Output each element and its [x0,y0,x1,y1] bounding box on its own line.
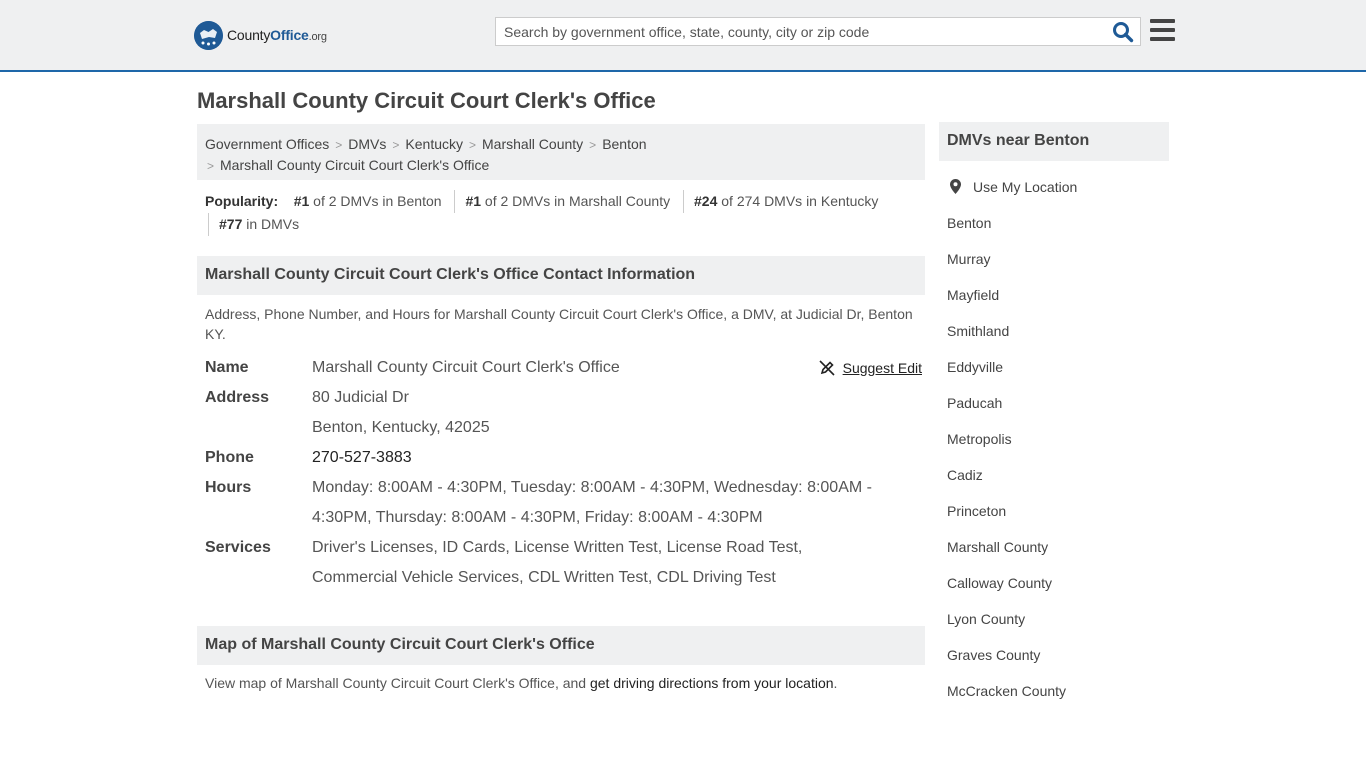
contact-details: Name Marshall County Circuit Court Clerk… [205,353,922,593]
map-description: View map of Marshall County Circuit Cour… [205,675,838,691]
breadcrumb-current: Marshall County Circuit Court Clerk's Of… [220,157,490,173]
nearby-link-graves-county[interactable]: Graves County [947,647,1040,663]
use-location-item: Use My Location [947,177,1169,213]
popularity-item: #24 of 274 DMVs in Kentucky [683,190,887,213]
breadcrumb: Government Offices > DMVs > Kentucky > Marshal… [197,124,925,180]
suggest-edit-link[interactable]: Suggest Edit [819,353,922,383]
nearby-link-paducah[interactable]: Paducah [947,395,1002,411]
contact-description: Address, Phone Number, and Hours for Mar… [205,306,913,342]
chevron-right-icon: > [392,138,400,152]
hours-label: Hours [205,479,252,496]
nearby-link-eddyville[interactable]: Eddyville [947,359,1003,375]
hamburger-menu-icon[interactable] [1150,19,1175,41]
popularity-item: #1 of 2 DMVs in Marshall County [454,190,679,213]
address-line1: 80 Judicial Dr [312,389,409,406]
map-heading: Map of Marshall County Circuit Court Cle… [197,626,925,665]
suggest-edit-label: Suggest Edit [842,360,922,376]
popularity-item: #77 in DMVs [208,213,308,236]
services-label: Services [205,539,271,556]
breadcrumb-government-offices[interactable]: Government Offices [205,136,329,152]
nearby-link-lyon-county[interactable]: Lyon County [947,611,1025,627]
nearby-link-benton[interactable]: Benton [947,215,991,231]
page-title: Marshall County Circuit Court Clerk's Of… [197,88,656,113]
services-row: Services Driver's Licenses, ID Cards, Li… [205,533,922,593]
search-box [495,17,1141,46]
chevron-right-icon: > [207,159,215,173]
address-line2: Benton, Kentucky, 42025 [312,419,490,436]
phone-label: Phone [205,449,254,466]
nearby-link-mayfield[interactable]: Mayfield [947,287,999,303]
address-label: Address [205,389,270,406]
name-label: Name [205,359,249,376]
nearby-link-metropolis[interactable]: Metropolis [947,431,1012,447]
use-my-location-link[interactable]: Use My Location [973,177,1077,197]
breadcrumb-marshall-county[interactable]: Marshall County [482,136,583,152]
popularity-label: Popularity: [205,193,279,209]
nearby-link-marshall-county[interactable]: Marshall County [947,539,1048,555]
nearby-link-mccracken-county[interactable]: McCracken County [947,683,1066,699]
office-name: Marshall County Circuit Court Clerk's Of… [312,359,620,376]
pencil-edit-icon [819,360,835,376]
nearby-link-cadiz[interactable]: Cadiz [947,467,983,483]
nearby-link-murray[interactable]: Murray [947,251,991,267]
nearby-link-calloway-county[interactable]: Calloway County [947,575,1052,591]
address-row: Address 80 Judicial Dr Benton, Kentucky,… [205,383,922,443]
phone-link[interactable]: 270-527-3883 [312,449,412,466]
breadcrumb-kentucky[interactable]: Kentucky [405,136,463,152]
services-value: Driver's Licenses, ID Cards, License Wri… [312,539,803,586]
sidebar-title: DMVs near Benton [939,122,1169,161]
driving-directions-link[interactable]: get driving directions from your locatio… [590,675,834,691]
site-header: CountyOffice.org [0,0,1366,72]
name-row: Name Marshall County Circuit Court Clerk… [205,353,922,383]
hours-row: Hours Monday: 8:00AM - 4:30PM, Tuesday: … [205,473,922,533]
location-pin-icon [950,179,961,194]
nearby-link-smithland[interactable]: Smithland [947,323,1009,339]
site-logo[interactable]: CountyOffice.org [194,20,327,50]
chevron-right-icon: > [335,138,343,152]
search-icon[interactable] [1112,21,1134,43]
popularity-rankings: Popularity: #1 of 2 DMVs in Benton #1 of… [205,190,925,236]
logo-wordmark: CountyOffice.org [227,27,327,43]
nearby-dmvs-list: Use My Location Benton Murray Mayfield S… [947,177,1169,717]
breadcrumb-dmvs[interactable]: DMVs [348,136,386,152]
flag-stars-logo-icon [194,20,223,50]
address-value: 80 Judicial Dr Benton, Kentucky, 42025 [312,383,882,443]
hours-value: Monday: 8:00AM - 4:30PM, Tuesday: 8:00AM… [312,479,872,526]
search-input[interactable] [496,18,1106,45]
breadcrumb-benton[interactable]: Benton [602,136,646,152]
chevron-right-icon: > [469,138,477,152]
chevron-right-icon: > [589,138,597,152]
popularity-item: #1 of 2 DMVs in Benton [293,193,442,209]
nearby-link-princeton[interactable]: Princeton [947,503,1006,519]
phone-row: Phone 270-527-3883 [205,443,922,473]
contact-info-heading: Marshall County Circuit Court Clerk's Of… [197,256,925,295]
